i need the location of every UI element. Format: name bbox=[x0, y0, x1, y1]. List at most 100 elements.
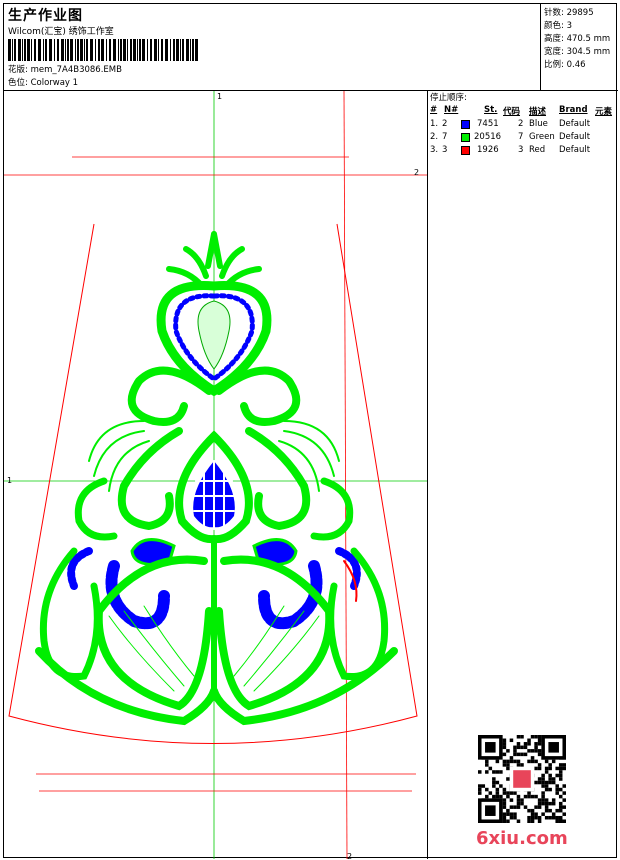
qr-module bbox=[558, 770, 563, 774]
qr-module bbox=[502, 819, 507, 823]
qr-module bbox=[509, 791, 514, 795]
barcode-bar bbox=[123, 39, 126, 61]
embroidery-motif bbox=[35, 231, 398, 726]
qr-module bbox=[527, 815, 531, 820]
qr-module bbox=[555, 791, 559, 795]
barcode-bar bbox=[142, 39, 145, 61]
barcode-bar bbox=[38, 39, 41, 61]
qr-module bbox=[516, 735, 521, 739]
qr-module bbox=[537, 801, 542, 806]
sequence-header: # N# St. 代码 描述 Brand 元素 bbox=[430, 105, 613, 117]
qr-module bbox=[537, 742, 542, 746]
qr-module bbox=[537, 763, 542, 767]
qr-module bbox=[520, 763, 524, 767]
qr-module bbox=[534, 805, 538, 809]
qr-finder bbox=[548, 742, 559, 753]
qr-module bbox=[513, 752, 517, 757]
qr-module bbox=[530, 794, 535, 799]
barcode-bar bbox=[86, 39, 88, 61]
qr-module bbox=[530, 812, 535, 816]
barcode-bar bbox=[70, 39, 73, 61]
qr-module bbox=[506, 766, 510, 771]
qr-module bbox=[558, 763, 563, 767]
qr-module bbox=[544, 805, 549, 809]
qr-module bbox=[502, 815, 507, 820]
qr-module bbox=[492, 784, 496, 788]
qr-module bbox=[527, 759, 531, 764]
qr-module bbox=[541, 777, 545, 781]
barcode-bar bbox=[12, 39, 13, 61]
right-middle-curl bbox=[245, 427, 311, 531]
qr-module bbox=[527, 794, 531, 799]
qr-module bbox=[537, 819, 542, 823]
design-name: mem_7A4B3086.EMB bbox=[30, 65, 122, 75]
barcode-bar bbox=[27, 39, 30, 61]
qr-module bbox=[541, 791, 545, 795]
qr-module bbox=[544, 808, 549, 813]
qr-center-stamp bbox=[513, 770, 531, 788]
qr-module bbox=[513, 815, 517, 820]
qr-module bbox=[506, 763, 510, 767]
qr-module bbox=[488, 766, 493, 771]
barcode-bar bbox=[84, 39, 85, 61]
stat-scale: 比例: 0.46 bbox=[544, 60, 586, 70]
qr-module bbox=[530, 808, 535, 813]
guide-label-red-right: 2 bbox=[414, 168, 419, 177]
qr-module bbox=[492, 770, 496, 774]
qr-module bbox=[523, 742, 528, 746]
barcode-bar bbox=[8, 39, 11, 61]
qr-module bbox=[551, 777, 556, 781]
barcode-bar bbox=[54, 39, 55, 61]
colorway-row: 色位: Colorway 1 bbox=[8, 76, 78, 88]
qr-module bbox=[527, 791, 531, 795]
qr-module bbox=[537, 815, 542, 820]
barcode-bar bbox=[137, 39, 138, 61]
qr-module bbox=[527, 808, 531, 813]
qr-module bbox=[548, 780, 552, 785]
qr-module bbox=[499, 784, 503, 788]
barcode-bar bbox=[67, 39, 69, 61]
barcode-bar bbox=[180, 39, 181, 61]
sequence-row: 1. 2 7451 2 Blue Default bbox=[430, 119, 591, 129]
qr-module bbox=[516, 794, 521, 799]
qr-module bbox=[509, 759, 514, 764]
qr-module bbox=[502, 763, 507, 767]
qr-module bbox=[544, 766, 549, 771]
qr-module bbox=[534, 759, 538, 764]
qr-module bbox=[499, 770, 503, 774]
qr-module bbox=[530, 756, 535, 760]
qr-module bbox=[551, 780, 556, 785]
qr-module bbox=[544, 815, 549, 820]
page-frame: 生产作业图 Wilcom(汇宝) 绣饰工作室 花版: mem_7A4B3086.… bbox=[3, 3, 618, 859]
red-vertical-guide bbox=[343, 91, 348, 859]
barcode-bar bbox=[195, 39, 198, 61]
qr-module bbox=[562, 812, 566, 816]
watermark-logo: 6xiu.com bbox=[476, 828, 568, 849]
qr-module bbox=[523, 752, 528, 757]
barcode-bar bbox=[43, 39, 44, 61]
design-label: 花版: bbox=[8, 65, 28, 75]
qr-module bbox=[502, 759, 507, 764]
qr-module bbox=[516, 801, 521, 806]
qr-module bbox=[541, 812, 545, 816]
qr-module bbox=[527, 738, 531, 743]
qr-module bbox=[520, 745, 524, 750]
color-swatch bbox=[461, 120, 470, 129]
qr-module bbox=[516, 745, 521, 750]
qr-module bbox=[513, 745, 517, 750]
qr-module bbox=[485, 794, 489, 799]
barcode-bar bbox=[165, 39, 168, 61]
qr-module bbox=[502, 801, 507, 806]
qr-module bbox=[541, 780, 545, 785]
qr-module bbox=[502, 745, 507, 750]
qr-module bbox=[478, 784, 482, 788]
barcode-bar bbox=[57, 39, 59, 61]
qr-module bbox=[516, 798, 521, 802]
barcode-bar bbox=[182, 39, 184, 61]
qr-module bbox=[562, 798, 566, 802]
qr-module bbox=[548, 808, 552, 813]
qr-module bbox=[548, 766, 552, 771]
colorway-label: 色位: bbox=[8, 78, 28, 88]
barcode-bar bbox=[170, 39, 171, 61]
barcode-bar bbox=[139, 39, 141, 61]
